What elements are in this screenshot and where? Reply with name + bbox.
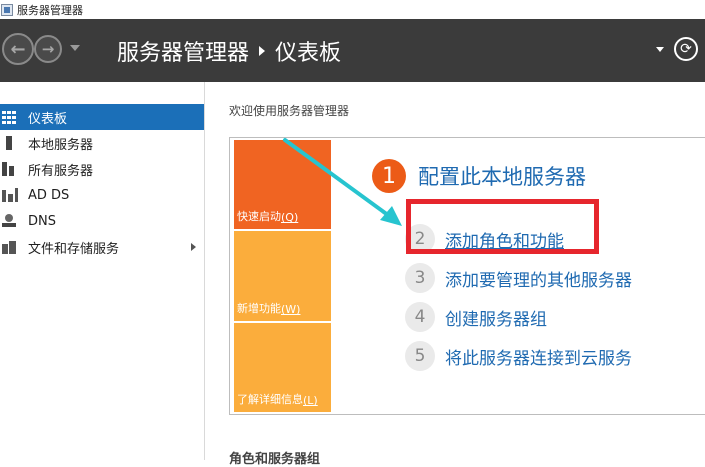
step-number-badge: 4 [405,302,435,332]
step-link[interactable]: 添加角色和功能 [445,227,564,252]
tile-whats-new[interactable]: 新增功能 (W) [234,231,331,321]
sidebar-item-label: 所有服务器 [28,163,94,179]
breadcrumb-current: 仪表板 [275,41,342,66]
tile-quick-start[interactable]: 快速启动 (Q) [234,140,331,229]
step-configure-local-server[interactable]: 1 配置此本地服务器 [372,159,586,193]
ad-ds-icon [2,188,18,202]
sidebar: 仪表板 本地服务器 所有服务器 AD DS DNS 文件和存储服务 [0,82,205,460]
step-number-badge: 3 [405,263,435,293]
breadcrumb-root[interactable]: 服务器管理器 [117,35,249,67]
roles-section-heading: 角色和服务器组 [229,452,321,467]
sidebar-item-dns[interactable]: DNS [0,208,204,234]
sidebar-item-ad-ds[interactable]: AD DS [0,182,204,208]
step-link[interactable]: 配置此本地服务器 [418,161,586,191]
welcome-heading: 欢迎使用服务器管理器 [229,104,350,118]
tile-accelerator: (L) [303,394,318,407]
step-number-badge: 1 [372,159,406,193]
main-content: 欢迎使用服务器管理器 快速启动 (Q) 新增功能 (W) 了解详细信息 (L) 1 配… [206,82,705,467]
sidebar-item-label: 文件和存储服务 [28,241,120,257]
sidebar-item-local-server[interactable]: 本地服务器 [0,130,204,156]
tile-accelerator: (Q) [281,211,299,224]
submenu-chevron-right-icon[interactable] [191,243,196,251]
step-number-badge: 5 [405,341,435,371]
sidebar-item-label: 本地服务器 [28,137,94,153]
step-connect-cloud[interactable]: 5 将此服务器连接到云服务 [405,341,632,371]
sidebar-item-label: AD DS [28,187,70,203]
sidebar-item-label: 仪表板 [28,111,68,127]
storage-icon [2,240,18,254]
tile-label: 了解详细信息 [237,393,303,406]
dashboard-icon [2,110,18,125]
sidebar-item-all-servers[interactable]: 所有服务器 [0,156,204,182]
breadcrumb-separator-icon [259,46,266,56]
refresh-icon[interactable]: ⟳ [674,37,698,61]
breadcrumb: 服务器管理器 仪表板 [117,35,341,67]
step-number-badge: 2 [405,224,435,254]
tile-learn-more[interactable]: 了解详细信息 (L) [234,323,331,412]
server-manager-app-icon [1,3,13,16]
header-bar: ← → 服务器管理器 仪表板 [0,19,705,82]
forward-arrow-icon[interactable]: → [34,35,62,63]
sidebar-item-file-storage[interactable]: 文件和存储服务 [0,234,204,260]
servers-icon [2,162,18,176]
window-title: 服务器管理器 [17,3,83,17]
tile-label: 快速启动 [237,210,281,223]
back-arrow-icon[interactable]: ← [2,33,34,65]
dns-icon [2,214,18,228]
quick-start-panel: 快速启动 (Q) 新增功能 (W) 了解详细信息 (L) 1 配置此本地服务器 2 添… [229,137,705,415]
sidebar-item-label: DNS [28,213,56,229]
step-link[interactable]: 创建服务器组 [445,305,547,330]
nav-history-chevron-down-icon[interactable] [70,45,80,51]
server-icon [2,136,18,150]
step-add-servers[interactable]: 3 添加要管理的其他服务器 [405,263,632,293]
step-add-roles-features[interactable]: 2 添加角色和功能 [405,224,564,254]
step-create-server-group[interactable]: 4 创建服务器组 [405,302,547,332]
step-link[interactable]: 将此服务器连接到云服务 [445,344,632,369]
tile-accelerator: (W) [281,303,301,316]
title-bar: 服务器管理器 [0,0,705,19]
tile-label: 新增功能 [237,302,281,315]
step-link[interactable]: 添加要管理的其他服务器 [445,266,632,291]
sidebar-item-dashboard[interactable]: 仪表板 [0,104,204,130]
header-chevron-down-icon[interactable] [656,47,664,52]
